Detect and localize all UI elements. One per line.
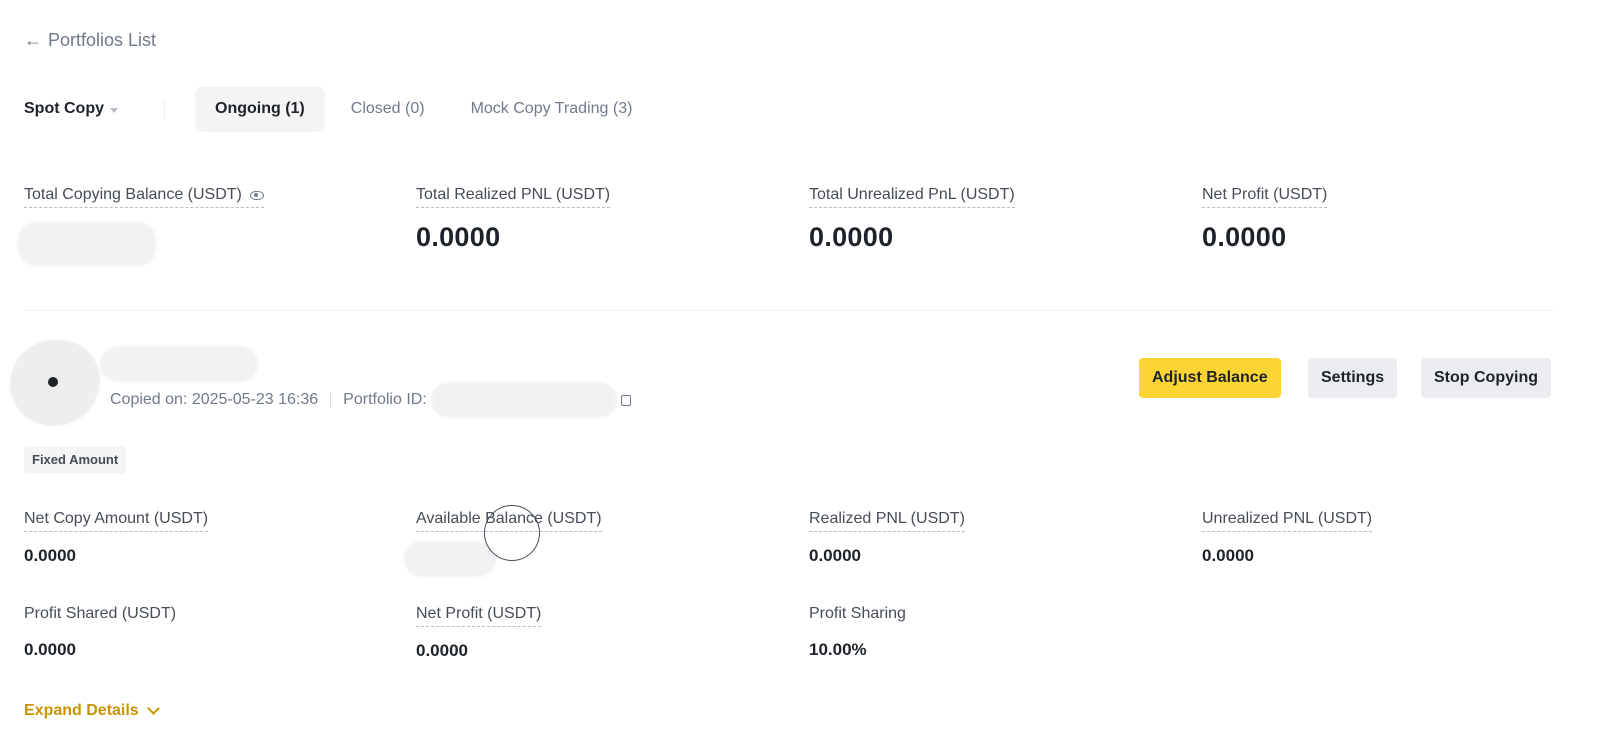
- stat-label[interactable]: Realized PNL (USDT): [809, 510, 965, 532]
- summary-value: 0.0000: [809, 222, 894, 252]
- summary-section: Total Copying Balance (USDT) Total Reali…: [18, 186, 1564, 276]
- trader-name-hidden: [100, 346, 258, 382]
- summary-label[interactable]: Net Profit (USDT): [1202, 186, 1328, 208]
- stat-net-profit: Net Profit (USDT) 0.0000: [416, 605, 542, 661]
- summary-label[interactable]: Total Copying Balance (USDT): [24, 186, 264, 208]
- stat-net-copy-amount: Net Copy Amount (USDT) 0.0000: [24, 510, 209, 566]
- expand-details-link[interactable]: Expand Details: [24, 702, 160, 720]
- stat-label: Profit Shared (USDT): [24, 605, 177, 622]
- summary-value: 0.0000: [416, 222, 501, 252]
- divider: [164, 99, 165, 119]
- stat-unrealized-pnl: Unrealized PNL (USDT) 0.0000: [1202, 510, 1373, 566]
- portfolio-meta: Copied on: 2025-05-23 16:36 Portfolio ID…: [110, 382, 631, 418]
- chevron-down-icon: [146, 702, 160, 715]
- stat-available-balance: Available Balance (USDT): [416, 510, 602, 532]
- stat-profit-sharing: Profit Sharing 10.00%: [809, 605, 906, 660]
- stop-copying-button[interactable]: Stop Copying: [1421, 358, 1551, 398]
- stat-label[interactable]: Net Profit (USDT): [416, 605, 542, 627]
- expand-details-label: Expand Details: [24, 702, 139, 719]
- tab-closed[interactable]: Closed (0): [331, 86, 445, 132]
- portfolio-id-hidden: [430, 382, 617, 418]
- stat-value: 0.0000: [24, 546, 76, 565]
- avatar-dot: [48, 377, 58, 387]
- meta-separator: [330, 393, 332, 407]
- copy-icon[interactable]: [620, 394, 631, 406]
- stat-profit-shared: Profit Shared (USDT) 0.0000: [24, 605, 176, 660]
- eye-icon[interactable]: [249, 190, 264, 200]
- back-to-portfolios-link[interactable]: ← Portfolios List: [24, 30, 156, 51]
- mode-tag: Fixed Amount: [24, 446, 127, 474]
- copied-on-text: Copied on: 2025-05-23 16:36: [110, 391, 319, 408]
- summary-total-copying-balance: Total Copying Balance (USDT): [18, 186, 264, 266]
- arrow-left-icon: ←: [24, 30, 42, 50]
- available-balance-hidden: [404, 541, 496, 577]
- stat-label[interactable]: Net Copy Amount (USDT): [24, 510, 209, 532]
- summary-total-realized-pnl: Total Realized PNL (USDT) 0.0000: [416, 186, 611, 253]
- stat-value: 0.0000: [24, 640, 76, 659]
- summary-label[interactable]: Total Realized PNL (USDT): [416, 186, 611, 208]
- stat-value: 0.0000: [809, 546, 861, 565]
- tab-ongoing[interactable]: Ongoing (1): [195, 86, 325, 132]
- stat-value: 0.0000: [416, 641, 468, 660]
- tab-mock-copy-trading[interactable]: Mock Copy Trading (3): [451, 86, 653, 132]
- summary-label-text: Total Copying Balance (USDT): [24, 186, 242, 203]
- caret-down-icon: [110, 107, 118, 113]
- stat-value: 0.0000: [1202, 546, 1254, 565]
- stat-value: 10.00%: [809, 640, 867, 659]
- copy-type-select[interactable]: Spot Copy: [24, 100, 118, 118]
- section-divider: [24, 310, 1554, 311]
- stat-label[interactable]: Unrealized PNL (USDT): [1202, 510, 1373, 532]
- stat-label: Profit Sharing: [809, 605, 906, 622]
- copy-type-label: Spot Copy: [24, 100, 104, 117]
- summary-label[interactable]: Total Unrealized PnL (USDT): [809, 186, 1015, 208]
- stat-realized-pnl: Realized PNL (USDT) 0.0000: [809, 510, 965, 566]
- settings-button[interactable]: Settings: [1308, 358, 1398, 398]
- summary-net-profit: Net Profit (USDT) 0.0000: [1202, 186, 1328, 253]
- hidden-balance-value: [18, 222, 156, 266]
- summary-total-unrealized-pnl: Total Unrealized PnL (USDT) 0.0000: [809, 186, 1015, 253]
- stat-label[interactable]: Available Balance (USDT): [416, 510, 602, 532]
- portfolio-id-label: Portfolio ID:: [343, 391, 427, 408]
- tabs-row: Spot Copy Ongoing (1) Closed (0) Mock Co…: [24, 86, 658, 132]
- back-link-label: Portfolios List: [48, 30, 157, 50]
- summary-value: 0.0000: [1202, 222, 1287, 252]
- adjust-balance-button[interactable]: Adjust Balance: [1139, 358, 1281, 398]
